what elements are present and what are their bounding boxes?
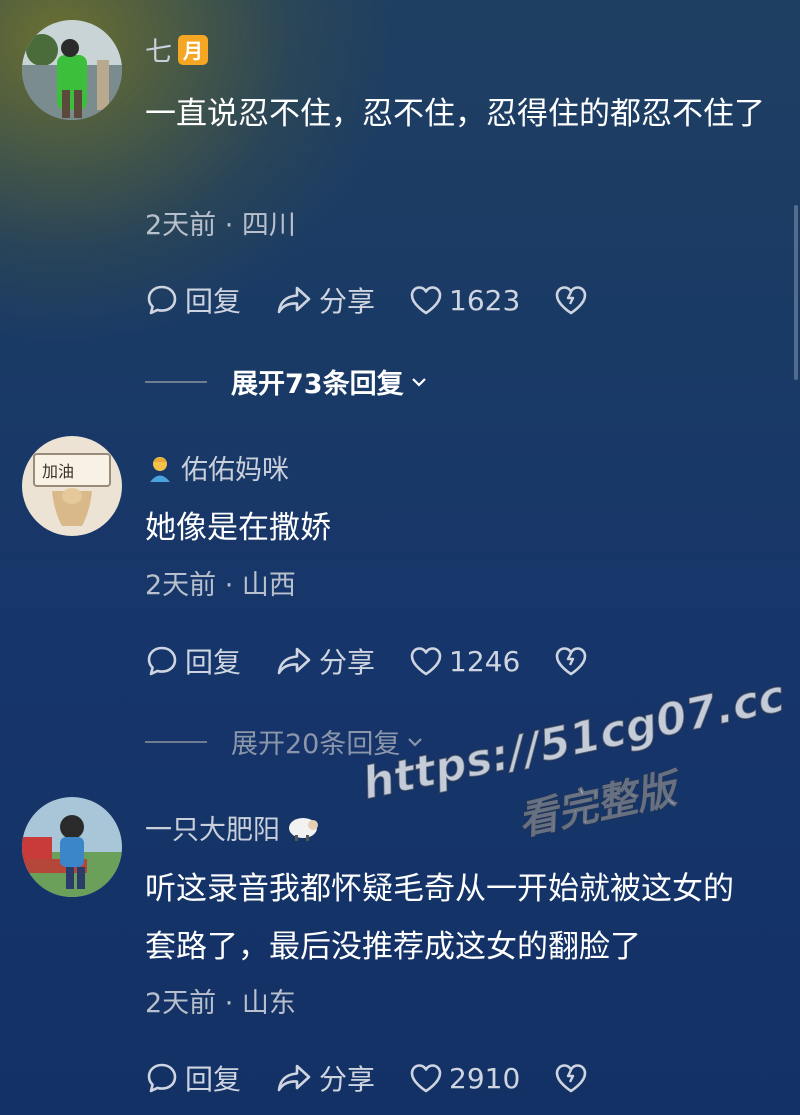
- share-button[interactable]: 分享: [275, 280, 375, 320]
- expand-label: 展开20条回复: [231, 729, 401, 760]
- dislike-button[interactable]: [554, 645, 588, 677]
- share-button[interactable]: 分享: [275, 641, 375, 681]
- broken-heart-icon: [555, 286, 587, 315]
- comment-actions: 回复 分享 1623: [145, 280, 622, 320]
- heart-icon: [410, 1064, 442, 1093]
- expand-replies-button[interactable]: 展开73条回复: [145, 362, 430, 401]
- like-button[interactable]: 1246: [409, 645, 520, 678]
- reply-label: 回复: [185, 646, 242, 679]
- comment-text-line: 听这录音我都怀疑毛奇从一开始就被这女的: [145, 871, 734, 907]
- comment-text: 她像是在撒娇: [145, 510, 331, 546]
- like-count: 1246: [449, 644, 521, 678]
- share-label: 分享: [319, 285, 376, 318]
- chevron-down-icon: [411, 377, 426, 387]
- comment-meta: 2天前 · 山西: [145, 570, 296, 601]
- divider-line: [145, 380, 207, 383]
- username-text: 佑佑妈咪: [181, 455, 289, 486]
- comment-actions: 回复 分享 2910: [145, 1058, 622, 1098]
- person-emoji-icon: [150, 456, 170, 482]
- month-badge-icon: 月: [178, 34, 208, 65]
- dislike-button[interactable]: [554, 284, 588, 316]
- username-text: 七: [145, 37, 172, 68]
- comment-meta: 2天前 · 山东: [145, 988, 296, 1019]
- username-text: 一只大肥阳: [145, 815, 280, 846]
- reply-button[interactable]: 回复: [145, 280, 241, 320]
- share-label: 分享: [319, 1063, 376, 1096]
- share-button[interactable]: 分享: [275, 1058, 375, 1098]
- username[interactable]: 七 月: [145, 30, 208, 69]
- broken-heart-icon: [555, 1064, 587, 1093]
- reply-button[interactable]: 回复: [145, 641, 241, 681]
- avatar-text: 加油: [42, 462, 75, 481]
- like-count: 1623: [449, 283, 521, 317]
- avatar[interactable]: [22, 20, 122, 120]
- comment-bubble-icon: [147, 285, 177, 315]
- broken-heart-icon: [555, 647, 587, 676]
- reply-label: 回复: [185, 1063, 242, 1096]
- expand-label: 展开73条回复: [231, 369, 404, 400]
- like-button[interactable]: 2910: [409, 1062, 520, 1095]
- like-count: 2910: [449, 1061, 521, 1095]
- username[interactable]: 佑佑妈咪: [145, 448, 289, 487]
- like-button[interactable]: 1623: [409, 284, 520, 317]
- comment-actions: 回复 分享 1246: [145, 641, 622, 681]
- sheep-emoji-icon: [289, 817, 318, 841]
- share-arrow-icon: [277, 286, 311, 314]
- comment-text-line: 套路了，最后没推荐成这女的翻脸了: [145, 929, 641, 965]
- avatar[interactable]: 加油: [22, 436, 122, 536]
- share-label: 分享: [319, 646, 376, 679]
- dislike-button[interactable]: [554, 1062, 588, 1094]
- share-arrow-icon: [277, 1064, 311, 1092]
- comment-bubble-icon: [147, 646, 177, 676]
- reply-label: 回复: [185, 285, 242, 318]
- scrollbar[interactable]: [794, 205, 798, 380]
- reply-button[interactable]: 回复: [145, 1058, 241, 1098]
- comment-text: 听这录音我都怀疑毛奇从一开始就被这女的 套路了，最后没推荐成这女的翻脸了: [145, 863, 775, 973]
- username[interactable]: 一只大肥阳: [145, 808, 320, 847]
- share-arrow-icon: [277, 647, 311, 675]
- heart-icon: [410, 286, 442, 315]
- comment-text: 一直说忍不住，忍不住，忍得住的都忍不住了: [145, 96, 765, 132]
- heart-icon: [410, 647, 442, 676]
- divider-line: [145, 740, 207, 743]
- avatar[interactable]: [22, 797, 122, 897]
- comment-meta: 2天前 · 四川: [145, 210, 296, 241]
- comment-bubble-icon: [147, 1063, 177, 1093]
